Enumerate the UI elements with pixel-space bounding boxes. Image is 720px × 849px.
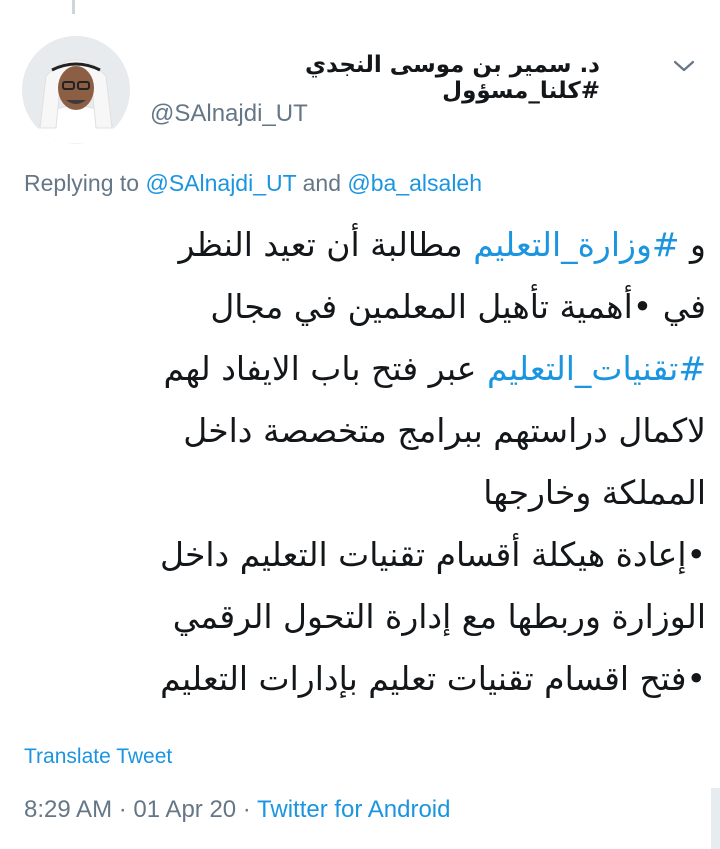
tweet-line: لاكمال دراستهم ببرامج متخصصة داخل — [183, 411, 706, 450]
mention-link[interactable]: @ba_alsaleh — [347, 170, 482, 196]
chevron-down-icon[interactable] — [672, 56, 696, 76]
translate-tweet-link[interactable]: Translate Tweet — [24, 745, 172, 769]
replying-to: Replying to @SAlnajdi_UT and @ba_alsaleh — [24, 170, 482, 197]
avatar[interactable] — [22, 36, 130, 144]
tweet-text-fragment: و — [679, 225, 706, 264]
tweet-line: الوزارة وربطها مع إدارة التحول الرقمي — [172, 597, 706, 636]
tweet-line: المملكة وخارجها — [483, 473, 706, 512]
hashtag-link[interactable]: #وزارة_التعليم — [473, 225, 679, 264]
tweet-line: •فتح اقسام تقنيات تعليم بإدارات التعليم — [160, 659, 706, 698]
meta-separator: · — [112, 796, 134, 823]
hashtag-link[interactable]: #تقنيات_التعليم — [487, 349, 706, 388]
meta-separator: · — [236, 796, 258, 823]
tweet-text: و #وزارة_التعليم مطالبة أن تعيد النظر في… — [18, 214, 706, 710]
avatar-image — [22, 36, 130, 144]
mention-link[interactable]: @SAlnajdi_UT — [145, 170, 296, 196]
tweet-text-fragment: عبر فتح باب الايفاد لهم — [163, 349, 487, 388]
replying-to-connector: and — [296, 170, 348, 196]
tweet-text-fragment: مطالبة أن تعيد النظر — [178, 225, 474, 264]
tweet-metadata: 8:29 AM · 01 Apr 20 · Twitter for Androi… — [24, 796, 450, 824]
author-handle[interactable]: @SAlnajdi_UT — [150, 100, 308, 128]
tweet-line: #تقنيات_التعليم عبر فتح باب الايفاد لهم — [18, 338, 706, 400]
tweet-line: و #وزارة_التعليم مطالبة أن تعيد النظر — [18, 214, 706, 276]
tweet-line: في •أهمية تأهيل المعلمين في مجال — [210, 287, 706, 326]
scrollbar[interactable] — [711, 788, 720, 849]
replying-to-label: Replying to — [24, 170, 146, 196]
thread-connector-line — [72, 0, 75, 14]
tweet-time[interactable]: 8:29 AM — [24, 796, 112, 823]
tweet-source-link[interactable]: Twitter for Android — [257, 796, 450, 823]
tweet-line: •إعادة هيكلة أقسام تقنيات التعليم داخل — [160, 535, 706, 574]
author-display-name[interactable]: د. سمير بن موسى النجدي #كلنا_مسؤول — [150, 52, 600, 104]
tweet-date[interactable]: 01 Apr 20 — [133, 796, 236, 823]
